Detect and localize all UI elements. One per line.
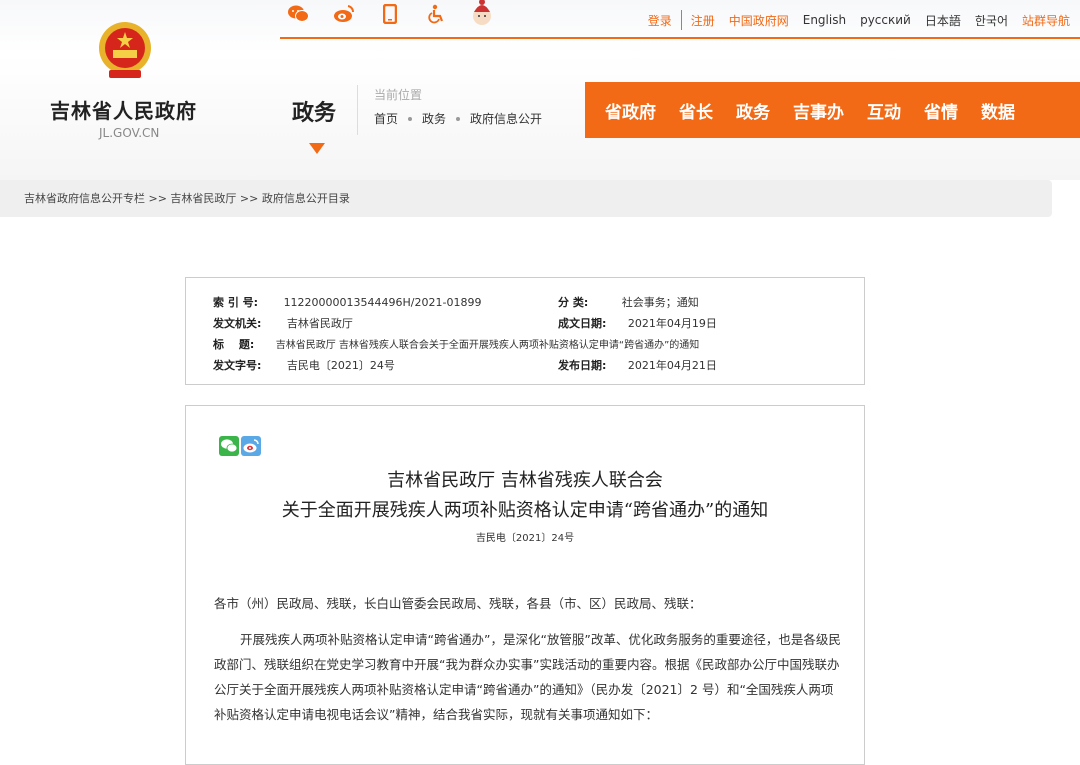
korean-link[interactable]: 한국어 bbox=[975, 12, 1008, 29]
nav-item-gov-affairs[interactable]: 政务 bbox=[736, 98, 770, 123]
top-icon-bar bbox=[286, 0, 494, 26]
meta-index-label: 索 引 号: bbox=[213, 296, 259, 309]
nav-item-interaction[interactable]: 互动 bbox=[867, 98, 901, 123]
meta-docno-label: 发文字号: bbox=[213, 359, 262, 372]
nav-item-jishiban[interactable]: 吉事办 bbox=[793, 98, 844, 123]
location-gov-affairs-link[interactable]: 政务 bbox=[422, 110, 446, 127]
share-buttons bbox=[219, 436, 261, 460]
path-dot-icon bbox=[456, 116, 461, 121]
document-paragraph: 开展残疾人两项补贴资格认定申请“跨省通办”，是深化“放管服”改革、优化政务服务的… bbox=[214, 632, 841, 722]
section-title: 政务 bbox=[292, 101, 337, 126]
meta-index-value: 11220000013544496H/2021-01899 bbox=[283, 296, 482, 309]
meta-created-value: 2021年04月19日 bbox=[627, 317, 717, 330]
meta-index: 索 引 号: 11220000013544496H/2021-01899 bbox=[213, 294, 481, 310]
weibo-icon[interactable] bbox=[332, 2, 356, 26]
meta-title: 标 题: 吉林省民政厅 吉林省残疾人联合会关于全面开展残疾人两项补贴资格认定申请… bbox=[213, 336, 699, 352]
national-emblem-logo[interactable] bbox=[95, 20, 155, 86]
location-path: 首页 政务 政府信息公开 bbox=[374, 110, 542, 127]
meta-category: 分 类: 社会事务；通知 bbox=[558, 294, 699, 310]
document-salutation: 各市（州）民政局、残联，长白山管委会民政局、残联，各县（市、区）民政局、残联： bbox=[214, 596, 702, 611]
gov-cn-link[interactable]: 中国政府网 bbox=[729, 12, 789, 29]
site-url: JL.GOV.CN bbox=[99, 126, 160, 140]
location-home-link[interactable]: 首页 bbox=[374, 110, 398, 127]
nav-item-province-info[interactable]: 省情 bbox=[924, 98, 958, 123]
document-title-line2: 关于全面开展残疾人两项补贴资格认定申请“跨省通办”的通知 bbox=[281, 500, 769, 521]
location-info-disclosure-link[interactable]: 政府信息公开 bbox=[470, 110, 542, 127]
meta-created-label: 成文日期: bbox=[558, 317, 607, 330]
site-group-nav-link[interactable]: 站群导航 bbox=[1022, 12, 1070, 29]
top-orange-rule bbox=[280, 37, 1080, 39]
mascot-icon[interactable] bbox=[470, 0, 494, 26]
document-content-box: 吉林省民政厅 吉林省残疾人联合会 关于全面开展残疾人两项补贴资格认定申请“跨省通… bbox=[185, 405, 865, 765]
site-title[interactable]: 吉林省人民政府 bbox=[50, 95, 197, 124]
wechat-icon[interactable] bbox=[286, 2, 310, 26]
meta-published: 发布日期: 2021年04月21日 bbox=[558, 357, 717, 373]
share-wechat-icon[interactable] bbox=[219, 436, 239, 460]
meta-category-value: 社会事务；通知 bbox=[621, 296, 699, 309]
mobile-icon[interactable] bbox=[378, 2, 402, 26]
main-nav: 省政府 省长 政务 吉事办 互动 省情 数据 bbox=[585, 82, 1080, 138]
breadcrumb[interactable]: 吉林省政府信息公开专栏 >> 吉林省民政厅 >> 政府信息公开目录 bbox=[0, 180, 1052, 217]
register-link[interactable]: 注册 bbox=[691, 12, 715, 29]
meta-issuer-value: 吉林省民政厅 bbox=[286, 317, 353, 330]
meta-published-label: 发布日期: bbox=[558, 359, 607, 372]
nav-item-provincial-gov[interactable]: 省政府 bbox=[605, 98, 656, 123]
section-arrow-icon bbox=[309, 143, 325, 154]
meta-docno: 发文字号: 吉民电〔2021〕24号 bbox=[213, 357, 395, 373]
meta-title-label: 标 题: bbox=[213, 338, 255, 351]
path-dot-icon bbox=[408, 116, 413, 121]
japanese-link[interactable]: 日本語 bbox=[925, 12, 961, 29]
link-separator bbox=[680, 10, 682, 30]
document-title-line1: 吉林省民政厅 吉林省残疾人联合会 bbox=[387, 470, 663, 491]
meta-docno-value: 吉民电〔2021〕24号 bbox=[286, 359, 395, 372]
login-link[interactable]: 登录 bbox=[648, 12, 672, 29]
meta-issuer: 发文机关: 吉林省民政厅 bbox=[213, 315, 353, 331]
russian-link[interactable]: русский bbox=[860, 13, 911, 27]
accessibility-icon[interactable] bbox=[424, 2, 448, 26]
nav-item-data[interactable]: 数据 bbox=[981, 98, 1015, 123]
document-meta-box: 索 引 号: 11220000013544496H/2021-01899 分 类… bbox=[185, 277, 865, 385]
document-number: 吉民电〔2021〕24号 bbox=[475, 533, 575, 544]
meta-created: 成文日期: 2021年04月19日 bbox=[558, 315, 717, 331]
meta-category-label: 分 类: bbox=[558, 296, 589, 309]
top-links: 登录 注册 中国政府网 English русский 日本語 한국어 站群导航 bbox=[648, 10, 1070, 30]
location-label: 当前位置 bbox=[374, 88, 423, 102]
meta-issuer-label: 发文机关: bbox=[213, 317, 262, 330]
english-link[interactable]: English bbox=[803, 13, 846, 27]
meta-published-value: 2021年04月21日 bbox=[627, 359, 717, 372]
meta-title-value: 吉林省民政厅 吉林省残疾人联合会关于全面开展残疾人两项补贴资格认定申请“跨省通办… bbox=[275, 340, 700, 351]
header-divider bbox=[357, 85, 358, 135]
share-weibo-icon[interactable] bbox=[241, 436, 261, 460]
nav-item-governor[interactable]: 省长 bbox=[679, 98, 713, 123]
